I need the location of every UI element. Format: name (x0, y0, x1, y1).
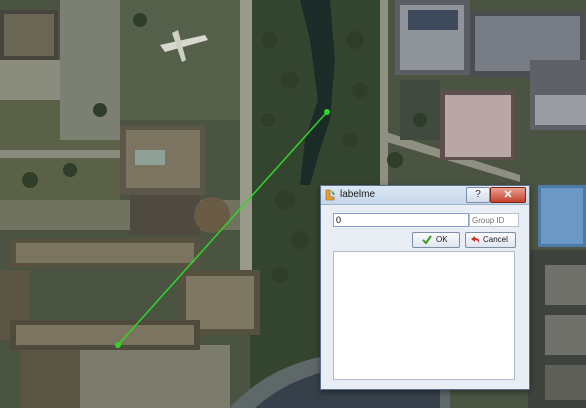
ok-button[interactable]: OK (412, 232, 460, 248)
check-icon (422, 235, 432, 245)
close-button[interactable]: ✕ (490, 187, 526, 203)
line-annotation[interactable] (117, 111, 328, 346)
group-id-input[interactable] (469, 213, 519, 227)
label-list[interactable] (333, 251, 515, 380)
labelme-dialog: labelme ? ✕ OK Cancel (320, 185, 530, 390)
cancel-button[interactable]: Cancel (465, 232, 516, 248)
help-button[interactable]: ? (466, 187, 490, 203)
line-end-vertex[interactable] (115, 342, 121, 348)
ok-button-label: OK (436, 235, 448, 244)
line-start-vertex[interactable] (324, 109, 330, 115)
labelme-app-icon (325, 189, 335, 201)
dialog-title: labelme (340, 189, 376, 200)
cancel-button-label: Cancel (483, 235, 508, 244)
label-input[interactable] (333, 213, 469, 227)
dialog-titlebar[interactable]: labelme ? ✕ (321, 186, 529, 205)
undo-icon (471, 236, 480, 243)
